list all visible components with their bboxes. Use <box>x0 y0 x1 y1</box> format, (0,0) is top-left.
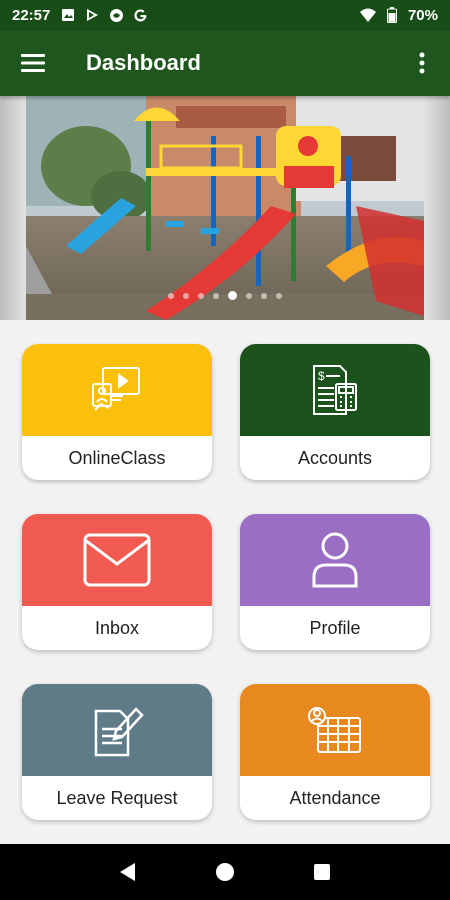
back-button[interactable] <box>108 852 148 892</box>
image-icon <box>60 7 76 23</box>
tile-leave-request-label: Leave Request <box>56 787 178 808</box>
signal-app-icon <box>108 7 124 23</box>
recents-square-icon <box>313 864 330 880</box>
carousel-dot[interactable] <box>183 292 189 299</box>
notification-icons <box>60 7 148 23</box>
status-right: 70% <box>359 6 438 24</box>
tile-online-class-header <box>22 344 212 436</box>
envelope-icon <box>83 533 151 587</box>
tile-attendance-label: Attendance <box>289 787 381 808</box>
page-title: Dashboard <box>86 50 201 75</box>
tile-inbox-label: Inbox <box>94 617 140 638</box>
carousel-dot[interactable] <box>198 292 204 299</box>
google-icon <box>132 7 148 23</box>
tile-profile[interactable]: Profile <box>240 514 430 650</box>
tile-accounts[interactable]: $ Accounts <box>240 344 430 480</box>
recents-button[interactable] <box>302 852 342 892</box>
tile-attendance-header <box>240 684 430 776</box>
more-vertical-icon <box>419 52 425 74</box>
back-triangle-icon <box>120 863 136 881</box>
attendance-calendar-icon <box>308 707 361 753</box>
tile-leave-request[interactable]: Leave Request <box>22 684 212 820</box>
carousel-dot-active[interactable] <box>228 291 237 300</box>
tile-online-class-label: OnlineClass <box>68 447 166 468</box>
carousel-dot[interactable] <box>261 292 267 299</box>
carousel-pagination <box>0 291 450 300</box>
tile-inbox[interactable]: Inbox <box>22 514 212 650</box>
tile-profile-header <box>240 514 430 606</box>
tile-attendance[interactable]: Attendance <box>240 684 430 820</box>
image-carousel[interactable] <box>0 96 450 320</box>
carousel-dot[interactable] <box>276 292 282 299</box>
document-edit-icon <box>94 707 144 757</box>
carousel-next-peek <box>424 96 450 320</box>
home-button[interactable] <box>205 852 245 892</box>
wifi-icon <box>359 7 376 23</box>
hamburger-menu-icon <box>21 54 45 72</box>
app-bar: Dashboard <box>0 30 450 96</box>
playground-photo <box>26 96 424 320</box>
carousel-prev-peek <box>0 96 26 320</box>
carousel-dot[interactable] <box>168 292 174 299</box>
tile-leave-request-header <box>22 684 212 776</box>
tile-inbox-header <box>22 514 212 606</box>
dashboard-grid: OnlineClass $ Accounts Inbox Profile Lea… <box>22 344 430 820</box>
tile-accounts-label: Accounts <box>297 447 373 468</box>
home-circle-icon <box>215 863 234 881</box>
accounts-invoice-icon: $ <box>313 365 357 415</box>
status-bar: 22:57 70% <box>0 0 450 30</box>
tile-online-class[interactable]: OnlineClass <box>22 344 212 480</box>
online-class-icon <box>92 367 140 411</box>
status-time: 22:57 <box>12 6 51 24</box>
play-store-icon <box>84 7 100 23</box>
carousel-dot[interactable] <box>213 292 219 299</box>
more-options-button[interactable] <box>410 46 434 80</box>
battery-icon <box>384 7 400 23</box>
system-navigation-bar <box>0 844 450 900</box>
user-profile-icon <box>312 532 358 588</box>
carousel-dot[interactable] <box>246 292 252 299</box>
menu-button[interactable] <box>16 46 50 80</box>
tile-accounts-header: $ <box>240 344 430 436</box>
tile-profile-label: Profile <box>309 617 361 638</box>
svg-text:$: $ <box>318 369 325 383</box>
battery-percent: 70% <box>407 6 438 24</box>
